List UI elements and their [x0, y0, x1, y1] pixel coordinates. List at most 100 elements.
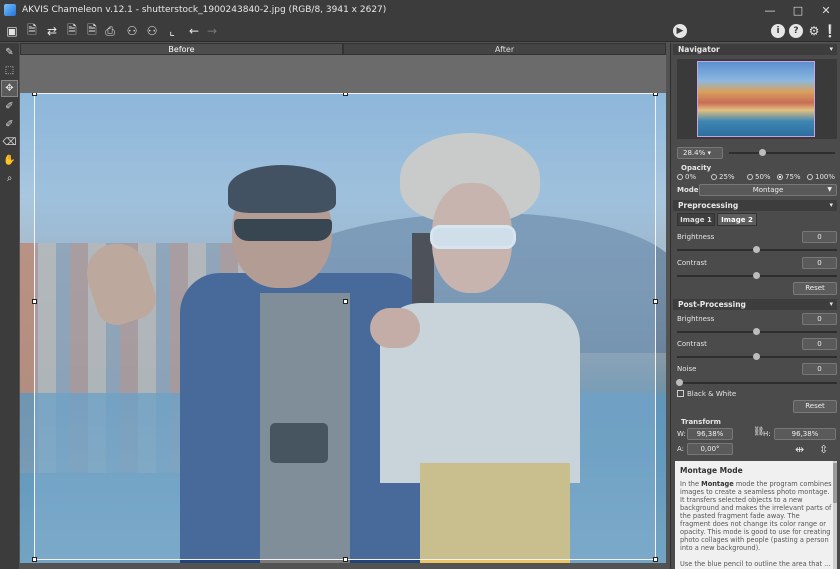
navigator-thumbnail	[697, 61, 815, 137]
preprocessing-header[interactable]: Preprocessing ▾	[673, 200, 837, 211]
zoom-slider-thumb[interactable]	[759, 149, 766, 156]
width-input[interactable]: 96,38%	[687, 428, 733, 440]
title-bar: AKVIS Chameleon v.12.1 - shutterstock_19…	[0, 0, 840, 20]
help-scrollbar[interactable]	[833, 461, 837, 569]
pre-reset-button[interactable]: Reset	[793, 282, 837, 295]
resize-handle[interactable]	[653, 299, 658, 304]
noise-thumb[interactable]	[676, 379, 683, 386]
batch-icon[interactable]: ⚇	[144, 23, 160, 39]
info-icon[interactable]: i	[770, 23, 786, 39]
tab-after[interactable]: After	[343, 43, 666, 55]
mode-select[interactable]: Montage ▼	[699, 184, 837, 196]
help-title: Montage Mode	[680, 466, 743, 475]
collapse-icon[interactable]: ▾	[829, 200, 833, 211]
zoom-dropdown[interactable]: 28.4% ▾	[677, 147, 723, 159]
open-image-icon[interactable]: 🗎	[24, 23, 40, 39]
resize-handle[interactable]	[343, 557, 348, 562]
notifications-icon[interactable]: ❕	[822, 23, 838, 39]
tab-image-1[interactable]: Image 1	[677, 213, 715, 226]
post-brightness-label: Brightness	[677, 315, 715, 323]
transform-frame[interactable]	[32, 93, 658, 562]
flip-horizontal-icon[interactable]: ⇹	[795, 443, 804, 456]
collapse-icon[interactable]: ▾	[829, 44, 833, 55]
print-icon[interactable]: ⎙	[102, 23, 118, 39]
export-icon[interactable]: 🗎	[84, 23, 100, 39]
settings-gear-icon[interactable]: ⚙	[806, 23, 822, 39]
pre-brightness-label: Brightness	[677, 233, 715, 241]
help-icon[interactable]: ?	[788, 23, 804, 39]
eraser-icon[interactable]: ⌫	[2, 135, 17, 150]
opacity-label: Opacity	[681, 164, 712, 172]
opacity-radio-100[interactable]: 100%	[807, 173, 835, 181]
collapse-icon[interactable]: ▾	[829, 299, 833, 310]
tab-image-2[interactable]: Image 2	[717, 213, 757, 226]
width-label: W:	[677, 430, 686, 438]
redo-icon[interactable]: →	[204, 23, 220, 39]
window-title: AKVIS Chameleon v.12.1 - shutterstock_19…	[22, 5, 387, 15]
minimize-button[interactable]: —	[756, 0, 784, 20]
navigator-header[interactable]: Navigator ▾	[673, 44, 837, 55]
hand-tool-icon[interactable]: ✋	[2, 153, 17, 168]
navigator-preview[interactable]	[677, 59, 837, 139]
pre-brightness-input[interactable]: 0	[802, 231, 837, 243]
chevron-down-icon: ▼	[827, 186, 832, 193]
undo-icon[interactable]: ←	[186, 23, 202, 39]
save-icon[interactable]: 🗎	[64, 23, 80, 39]
open-project-icon[interactable]: ▣	[4, 23, 20, 39]
swap-images-icon[interactable]: ⇄	[44, 23, 60, 39]
resize-handle[interactable]	[343, 93, 348, 96]
resize-handle[interactable]	[653, 557, 658, 562]
rectangle-select-icon[interactable]: ⬚	[2, 63, 17, 78]
transform-title: Transform	[681, 418, 721, 426]
postprocessing-header[interactable]: Post-Processing ▾	[673, 299, 837, 310]
background-photo	[20, 93, 666, 563]
post-contrast-label: Contrast	[677, 340, 707, 348]
crop-tool-icon[interactable]: ⌞	[164, 23, 180, 39]
preprocessing-title: Preprocessing	[678, 201, 739, 210]
opacity-radio-25[interactable]: 25%	[711, 173, 735, 181]
tab-before[interactable]: Before	[20, 43, 343, 55]
noise-input[interactable]: 0	[802, 363, 837, 375]
height-input[interactable]: 96,38%	[774, 428, 836, 440]
post-brightness-thumb[interactable]	[753, 328, 760, 335]
resize-handle[interactable]	[653, 93, 658, 96]
mode-value: Montage	[752, 186, 784, 194]
postprocessing-title: Post-Processing	[678, 300, 746, 309]
pre-contrast-thumb[interactable]	[753, 272, 760, 279]
post-contrast-thumb[interactable]	[753, 353, 760, 360]
noise-slider[interactable]	[677, 382, 837, 384]
center-handle[interactable]	[343, 299, 348, 304]
post-reset-button[interactable]: Reset	[793, 400, 837, 413]
angle-label: A:	[677, 445, 685, 453]
pre-contrast-input[interactable]: 0	[802, 257, 837, 269]
remove-pencil-icon[interactable]: ✐	[2, 117, 17, 132]
run-icon[interactable]: ▶	[672, 23, 688, 39]
post-brightness-input[interactable]: 0	[802, 313, 837, 325]
angle-input[interactable]: 0,00°	[687, 443, 733, 455]
close-button[interactable]: ✕	[812, 0, 840, 20]
transform-tool-icon[interactable]: ✥	[1, 80, 18, 97]
keep-pencil-icon[interactable]: ✐	[2, 99, 17, 114]
resize-handle[interactable]	[32, 93, 37, 96]
zoom-tool-icon[interactable]: ⌕	[2, 171, 17, 186]
opacity-radio-50[interactable]: 50%	[747, 173, 771, 181]
noise-label: Noise	[677, 365, 697, 373]
pre-brightness-thumb[interactable]	[753, 246, 760, 253]
resize-handle[interactable]	[32, 557, 37, 562]
zoom-slider[interactable]	[729, 152, 835, 154]
share-icon[interactable]: ⚇	[124, 23, 140, 39]
resize-handle[interactable]	[32, 299, 37, 304]
height-label: H:	[763, 430, 771, 438]
flip-vertical-icon[interactable]: ⇳	[819, 443, 828, 456]
navigator-title: Navigator	[678, 45, 720, 54]
mode-label: Mode	[677, 186, 699, 194]
black-white-checkbox[interactable]	[677, 390, 684, 397]
image-canvas[interactable]	[20, 55, 666, 563]
maximize-button[interactable]: □	[784, 0, 812, 20]
opacity-radio-0[interactable]: 0%	[677, 173, 696, 181]
opacity-radio-75[interactable]: 75%	[777, 173, 801, 181]
selection-pencil-icon[interactable]: ✎	[2, 45, 17, 60]
main-toolbar: ▣ 🗎 ⇄ 🗎 🗎 ⎙ ⚇ ⚇ ⌞ ← → ▶ i ? ⚙ ❕	[0, 20, 840, 42]
post-contrast-input[interactable]: 0	[802, 338, 837, 350]
help-panel: Montage Mode In the Montage mode the pro…	[675, 461, 837, 569]
